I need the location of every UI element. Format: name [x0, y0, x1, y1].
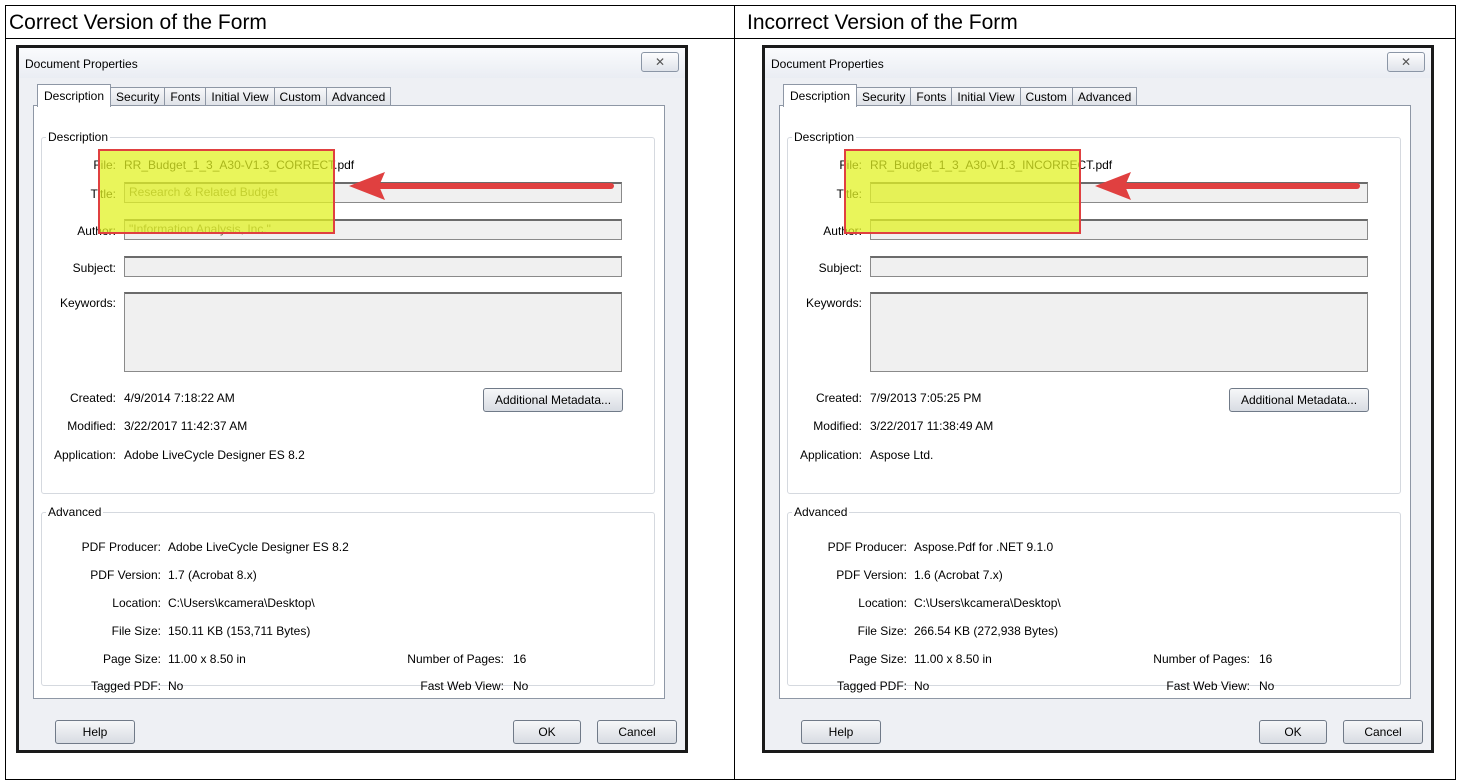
- title-author-highlight: [844, 149, 1081, 234]
- number-of-pages-label: Number of Pages:: [407, 652, 504, 666]
- help-button[interactable]: Help: [55, 720, 135, 744]
- fast-web-view-label: Fast Web View:: [420, 679, 504, 693]
- application-value: Aspose Ltd.: [870, 448, 934, 462]
- location-label: Location:: [112, 596, 161, 610]
- pdf-version-value: 1.6 (Acrobat 7.x): [914, 568, 1003, 582]
- tab-advanced[interactable]: Advanced: [325, 87, 392, 107]
- tab-initial-view[interactable]: Initial View: [951, 87, 1021, 107]
- tagged-pdf-label: Tagged PDF:: [90, 679, 161, 693]
- tab-initial-view[interactable]: Initial View: [205, 87, 275, 107]
- number-of-pages-value: 16: [1259, 652, 1273, 666]
- close-icon: ✕: [654, 55, 666, 69]
- file-size-value: 150.11 KB (153,711 Bytes): [168, 624, 311, 638]
- title-author-highlight: [98, 149, 335, 234]
- advanced-group-label: Advanced: [792, 505, 850, 519]
- ok-button[interactable]: OK: [1259, 720, 1327, 744]
- additional-metadata-button[interactable]: Additional Metadata...: [483, 388, 623, 412]
- fast-web-view-value: No: [1259, 679, 1275, 693]
- help-button[interactable]: Help: [801, 720, 881, 744]
- document-properties-dialog-correct: Document Properties ✕ Description Securi…: [16, 45, 688, 753]
- created-label: Created:: [69, 391, 116, 405]
- tagged-pdf-value: No: [914, 679, 930, 693]
- application-value: Adobe LiveCycle Designer ES 8.2: [124, 448, 305, 462]
- tagged-pdf-value: No: [168, 679, 184, 693]
- keywords-label: Keywords:: [59, 296, 116, 310]
- subject-field[interactable]: [124, 256, 622, 277]
- additional-metadata-button[interactable]: Additional Metadata...: [1229, 388, 1369, 412]
- page-size-label: Page Size:: [848, 652, 907, 666]
- header-divider: [5, 38, 1456, 39]
- cancel-button[interactable]: Cancel: [1343, 720, 1423, 744]
- fast-web-view-value: No: [513, 679, 529, 693]
- tab-advanced[interactable]: Advanced: [1071, 87, 1138, 107]
- keywords-field[interactable]: [124, 292, 622, 372]
- close-icon: ✕: [1400, 55, 1412, 69]
- pdf-version-label: PDF Version:: [836, 568, 907, 582]
- column-divider: [734, 5, 735, 780]
- modified-value: 3/22/2017 11:42:37 AM: [124, 419, 248, 433]
- subject-field[interactable]: [870, 256, 1368, 277]
- tab-fonts[interactable]: Fonts: [910, 87, 953, 107]
- created-label: Created:: [815, 391, 862, 405]
- file-size-label: File Size:: [111, 624, 161, 638]
- number-of-pages-label: Number of Pages:: [1153, 652, 1250, 666]
- file-size-label: File Size:: [857, 624, 907, 638]
- tab-strip: Description Security Fonts Initial View …: [783, 84, 1138, 107]
- cancel-button[interactable]: Cancel: [597, 720, 677, 744]
- dialog-title: Document Properties: [25, 57, 138, 71]
- page-size-label: Page Size:: [102, 652, 161, 666]
- tagged-pdf-label: Tagged PDF:: [836, 679, 907, 693]
- dialog-title: Document Properties: [771, 57, 884, 71]
- advanced-group-label: Advanced: [46, 505, 104, 519]
- fast-web-view-label: Fast Web View:: [1166, 679, 1250, 693]
- created-value: 7/9/2013 7:05:25 PM: [870, 391, 982, 405]
- pdf-version-label: PDF Version:: [90, 568, 161, 582]
- tab-strip: Description Security Fonts Initial View …: [37, 84, 392, 107]
- pdf-producer-label: PDF Producer:: [827, 540, 907, 554]
- document-properties-dialog-incorrect: Document Properties ✕ Description Securi…: [762, 45, 1434, 753]
- right-column-title: Incorrect Version of the Form: [747, 11, 1018, 34]
- location-value: C:\Users\kcamera\Desktop\: [914, 596, 1061, 610]
- application-label: Application:: [799, 448, 862, 462]
- keywords-label: Keywords:: [805, 296, 862, 310]
- tab-custom[interactable]: Custom: [273, 87, 327, 107]
- modified-label: Modified:: [813, 419, 862, 433]
- created-value: 4/9/2014 7:18:22 AM: [124, 391, 235, 405]
- tab-security[interactable]: Security: [110, 87, 166, 107]
- ok-button[interactable]: OK: [513, 720, 581, 744]
- tab-security[interactable]: Security: [856, 87, 912, 107]
- pointer-arrow-icon: [1095, 172, 1360, 200]
- subject-label: Subject:: [818, 261, 862, 275]
- keywords-field[interactable]: [870, 292, 1368, 372]
- description-group-label: Description: [46, 130, 111, 144]
- page-size-value: 11.00 x 8.50 in: [914, 652, 992, 666]
- pdf-producer-value: Aspose.Pdf for .NET 9.1.0: [914, 540, 1054, 554]
- file-size-value: 266.54 KB (272,938 Bytes): [914, 624, 1059, 638]
- modified-value: 3/22/2017 11:38:49 AM: [870, 419, 994, 433]
- location-label: Location:: [858, 596, 907, 610]
- tab-description[interactable]: Description: [783, 84, 858, 107]
- left-column-title: Correct Version of the Form: [9, 11, 267, 34]
- tab-custom[interactable]: Custom: [1019, 87, 1073, 107]
- tab-description[interactable]: Description: [37, 84, 112, 107]
- pdf-producer-label: PDF Producer:: [81, 540, 161, 554]
- pdf-producer-value: Adobe LiveCycle Designer ES 8.2: [168, 540, 349, 554]
- pointer-arrow-icon: [349, 172, 614, 200]
- number-of-pages-value: 16: [513, 652, 527, 666]
- subject-label: Subject:: [72, 261, 116, 275]
- close-button[interactable]: ✕: [641, 52, 679, 72]
- tab-fonts[interactable]: Fonts: [164, 87, 207, 107]
- pdf-version-value: 1.7 (Acrobat 8.x): [168, 568, 257, 582]
- modified-label: Modified:: [67, 419, 116, 433]
- close-button[interactable]: ✕: [1387, 52, 1425, 72]
- page-size-value: 11.00 x 8.50 in: [168, 652, 246, 666]
- location-value: C:\Users\kcamera\Desktop\: [168, 596, 315, 610]
- description-group-label: Description: [792, 130, 857, 144]
- application-label: Application:: [53, 448, 116, 462]
